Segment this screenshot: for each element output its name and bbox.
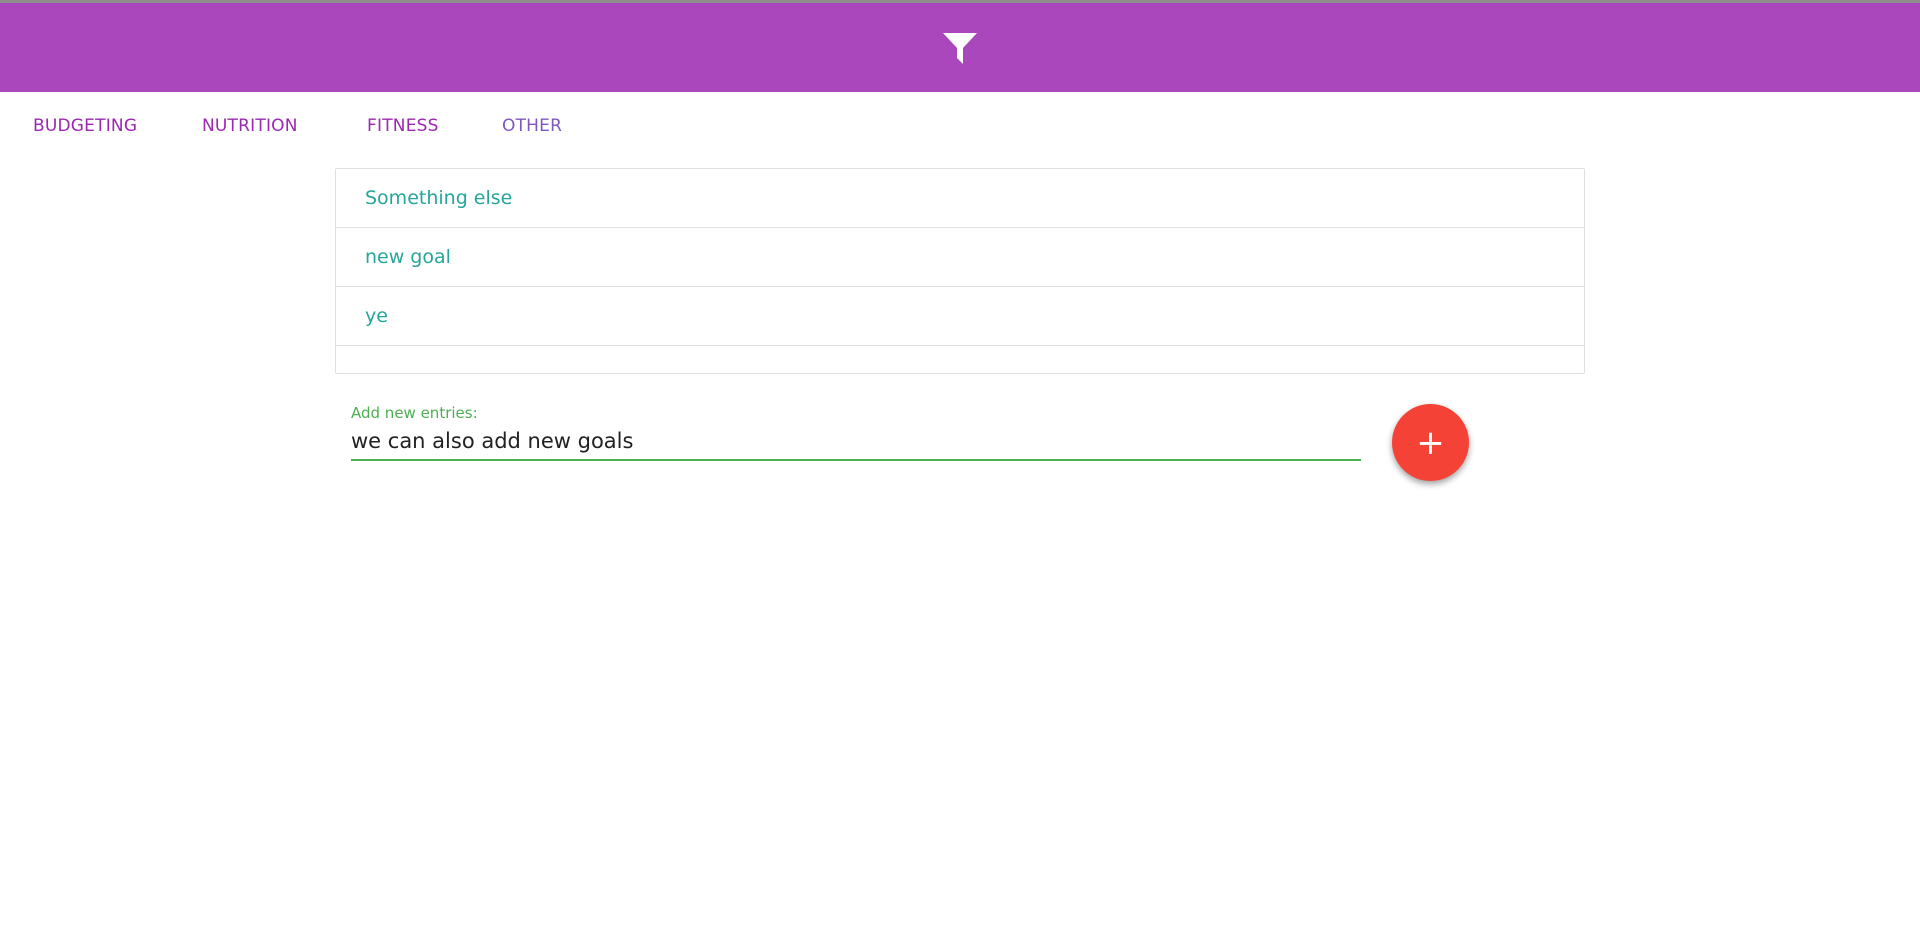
app-header (0, 3, 1920, 92)
goal-list: Something else new goal ye (335, 168, 1585, 374)
new-entry-field: Add new entries: (351, 402, 1361, 472)
filter-icon[interactable] (940, 28, 980, 68)
list-item[interactable]: new goal (336, 228, 1584, 287)
tab-other[interactable]: OTHER (502, 116, 562, 136)
new-entry-input[interactable] (351, 423, 1361, 461)
list-item[interactable]: Something else (336, 169, 1584, 228)
tab-nutrition[interactable]: NUTRITION (202, 116, 298, 136)
category-tabs: BUDGETING NUTRITION FITNESS OTHER (0, 92, 1920, 160)
tab-budgeting[interactable]: BUDGETING (33, 116, 137, 136)
add-entry-button[interactable]: + (1392, 404, 1469, 481)
list-item[interactable]: ye (336, 287, 1584, 346)
new-entry-label: Add new entries: (351, 404, 478, 422)
plus-icon: + (1416, 422, 1445, 463)
tab-fitness[interactable]: FITNESS (367, 116, 439, 136)
